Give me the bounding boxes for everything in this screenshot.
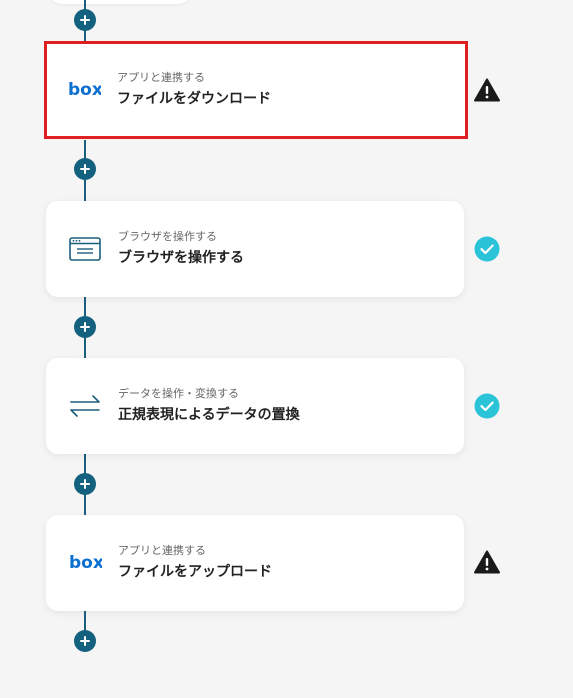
plus-icon xyxy=(80,322,90,332)
step-subtitle: ブラウザを操作する xyxy=(118,230,217,243)
step-title: ブラウザを操作する xyxy=(118,250,244,266)
warning-icon xyxy=(474,549,500,575)
add-step-button[interactable] xyxy=(74,158,96,180)
browser-window-icon xyxy=(68,235,102,263)
step-subtitle: アプリと連携する xyxy=(117,71,205,84)
previous-step-card[interactable] xyxy=(50,0,190,4)
add-step-button[interactable] xyxy=(74,316,96,338)
plus-icon xyxy=(80,15,90,25)
check-icon xyxy=(474,393,500,419)
add-step-button[interactable] xyxy=(74,630,96,652)
add-step-button[interactable] xyxy=(74,9,96,31)
svg-text:box: box xyxy=(69,553,102,573)
step-card-regex-replace[interactable]: データを操作・変換する 正規表現によるデータの置換 xyxy=(46,358,464,454)
warning-icon xyxy=(474,77,500,103)
box-logo-icon: box xyxy=(68,549,102,577)
step-card-box-download[interactable]: box アプリと連携する ファイルをダウンロード xyxy=(44,41,468,139)
svg-text:box: box xyxy=(68,80,101,100)
add-step-button[interactable] xyxy=(74,473,96,495)
plus-icon xyxy=(80,479,90,489)
step-subtitle: アプリと連携する xyxy=(118,544,206,557)
plus-icon xyxy=(80,636,90,646)
step-card-box-upload[interactable]: box アプリと連携する ファイルをアップロード xyxy=(46,515,464,611)
step-title: 正規表現によるデータの置換 xyxy=(118,407,300,423)
plus-icon xyxy=(80,164,90,174)
step-title: ファイルをダウンロード xyxy=(117,91,271,107)
flow-canvas: box アプリと連携する ファイルをダウンロード ブラウザを操作する ブラウザを… xyxy=(0,0,573,698)
step-subtitle: データを操作・変換する xyxy=(118,387,239,400)
step-card-browser-operation[interactable]: ブラウザを操作する ブラウザを操作する xyxy=(46,201,464,297)
step-title: ファイルをアップロード xyxy=(118,564,272,580)
box-logo-icon: box xyxy=(67,76,101,104)
swap-arrows-icon xyxy=(68,392,102,420)
check-icon xyxy=(474,236,500,262)
